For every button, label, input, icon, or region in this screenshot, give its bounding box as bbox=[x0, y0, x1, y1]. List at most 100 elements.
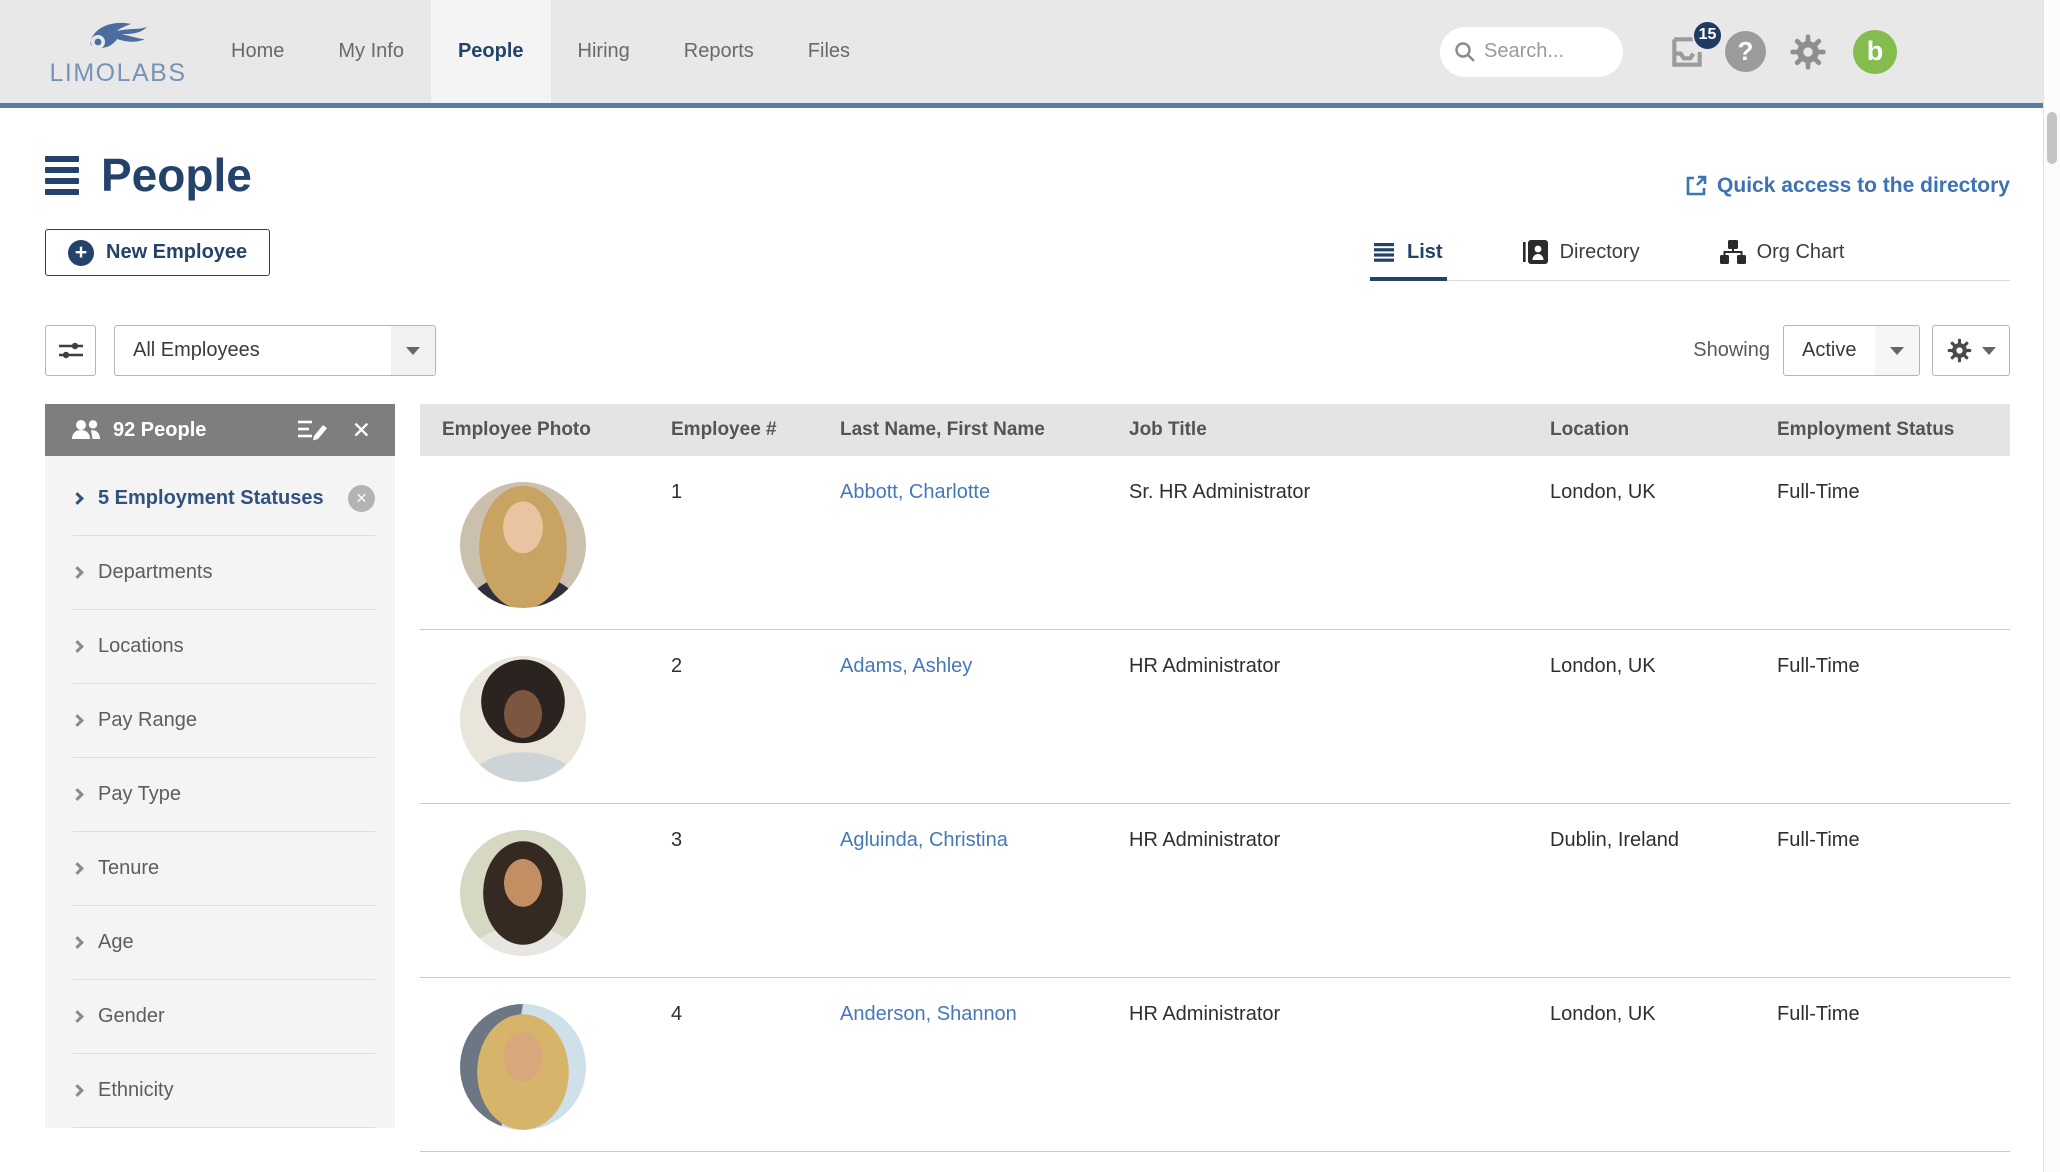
employee-number: 2 bbox=[671, 630, 840, 803]
view-tabs: List Directory Org Chart bbox=[1370, 224, 2010, 281]
employee-name-link[interactable]: Adams, Ashley bbox=[840, 630, 1129, 803]
chevron-right-icon bbox=[71, 714, 84, 727]
external-link-icon bbox=[1684, 174, 1708, 198]
nav-item-reports[interactable]: Reports bbox=[657, 0, 781, 103]
table-header-row: Employee Photo Employee # Last Name, Fir… bbox=[420, 404, 2010, 456]
sidebar-item-pay-type[interactable]: Pay Type bbox=[73, 758, 375, 832]
column-header: Job Title bbox=[1129, 419, 1550, 441]
nav-item-files[interactable]: Files bbox=[781, 0, 877, 103]
chevron-right-icon bbox=[71, 788, 84, 801]
people-count-label: 92 People bbox=[113, 419, 206, 442]
job-title: HR Administrator bbox=[1129, 804, 1550, 977]
notification-badge: 15 bbox=[1692, 20, 1723, 51]
location: London, UK bbox=[1550, 456, 1777, 629]
filter-panel-toggle-button[interactable] bbox=[45, 325, 96, 376]
column-header: Employment Status bbox=[1777, 419, 2010, 441]
table-row: 3 Agluinda, Christina HR Administrator D… bbox=[420, 804, 2010, 978]
org-chart-icon bbox=[1720, 240, 1746, 264]
notifications-button[interactable]: 15 bbox=[1667, 32, 1707, 72]
status-filter-select[interactable]: Active bbox=[1783, 325, 1920, 376]
tab-directory[interactable]: Directory bbox=[1519, 224, 1644, 280]
employment-status: Full-Time bbox=[1777, 456, 2010, 629]
nav-item-people[interactable]: People bbox=[431, 0, 551, 103]
scrollbar-thumb[interactable] bbox=[2047, 112, 2057, 164]
employee-number: 1 bbox=[671, 456, 840, 629]
employment-status: Full-Time bbox=[1777, 630, 2010, 803]
edit-filters-icon[interactable] bbox=[298, 418, 328, 442]
chevron-right-icon bbox=[71, 1084, 84, 1097]
chevron-right-icon bbox=[71, 1010, 84, 1023]
job-title: HR Administrator bbox=[1129, 630, 1550, 803]
tab-org-chart[interactable]: Org Chart bbox=[1716, 224, 1849, 280]
employment-status: Full-Time bbox=[1777, 804, 2010, 977]
caret-down-icon bbox=[1982, 347, 1996, 355]
employment-status: Full-Time bbox=[1777, 978, 2010, 1151]
search-box[interactable] bbox=[1440, 27, 1623, 77]
employee-photo[interactable] bbox=[460, 482, 586, 608]
employee-filter-select[interactable]: All Employees bbox=[114, 325, 436, 376]
help-button[interactable]: ? bbox=[1725, 31, 1766, 72]
sidebar-item-pay-range[interactable]: Pay Range bbox=[73, 684, 375, 758]
search-icon bbox=[1454, 41, 1476, 63]
brand-logo[interactable]: LIMOLABS bbox=[38, 0, 198, 103]
close-sidebar-icon[interactable]: ✕ bbox=[352, 417, 371, 444]
column-header: Employee Photo bbox=[442, 419, 671, 441]
location: London, UK bbox=[1550, 978, 1777, 1151]
chevron-right-icon bbox=[71, 492, 84, 505]
chevron-right-icon bbox=[71, 862, 84, 875]
chevron-right-icon bbox=[71, 936, 84, 949]
new-employee-button[interactable]: + New Employee bbox=[45, 229, 270, 276]
column-header: Last Name, First Name bbox=[840, 419, 1129, 441]
settings-button[interactable] bbox=[1787, 31, 1829, 73]
scrollbar[interactable] bbox=[2043, 0, 2060, 1172]
column-header: Location bbox=[1550, 419, 1777, 441]
sidebar-item-ethnicity[interactable]: Ethnicity bbox=[73, 1054, 375, 1128]
column-header: Employee # bbox=[671, 419, 840, 441]
location: Dublin, Ireland bbox=[1550, 804, 1777, 977]
question-icon: ? bbox=[1738, 36, 1754, 67]
table-settings-button[interactable] bbox=[1932, 325, 2010, 376]
brand-name: LIMOLABS bbox=[49, 59, 186, 88]
job-title: Sr. HR Administrator bbox=[1129, 456, 1550, 629]
employee-name-link[interactable]: Abbott, Charlotte bbox=[840, 456, 1129, 629]
employee-number: 3 bbox=[671, 804, 840, 977]
navbar-accent-line bbox=[0, 103, 2043, 108]
plus-icon: + bbox=[68, 240, 94, 266]
job-title: HR Administrator bbox=[1129, 978, 1550, 1151]
caret-down-icon bbox=[406, 347, 420, 355]
nav-item-hiring[interactable]: Hiring bbox=[551, 0, 657, 103]
sidebar-item-employment-statuses[interactable]: 5 Employment Statuses ✕ bbox=[73, 462, 375, 536]
tab-list[interactable]: List bbox=[1370, 224, 1447, 280]
people-icon bbox=[71, 419, 101, 441]
sidebar-item-locations[interactable]: Locations bbox=[73, 610, 375, 684]
employee-name-link[interactable]: Agluinda, Christina bbox=[840, 804, 1129, 977]
caret-down-icon bbox=[1890, 347, 1904, 355]
nav-item-home[interactable]: Home bbox=[204, 0, 311, 103]
employee-photo[interactable] bbox=[460, 1004, 586, 1130]
table-row: 2 Adams, Ashley HR Administrator London,… bbox=[420, 630, 2010, 804]
employee-name-link[interactable]: Anderson, Shannon bbox=[840, 978, 1129, 1151]
sidebar-item-gender[interactable]: Gender bbox=[73, 980, 375, 1054]
page-menu-icon[interactable] bbox=[45, 149, 79, 202]
sidebar-item-departments[interactable]: Departments bbox=[73, 536, 375, 610]
table-row: 1 Abbott, Charlotte Sr. HR Administrator… bbox=[420, 456, 2010, 630]
gear-icon bbox=[1946, 337, 1973, 364]
search-input[interactable] bbox=[1484, 40, 1604, 63]
list-icon bbox=[1374, 242, 1396, 262]
sidebar-item-tenure[interactable]: Tenure bbox=[73, 832, 375, 906]
top-navbar: LIMOLABS Home My Info People Hiring Repo… bbox=[0, 0, 2060, 103]
employee-photo[interactable] bbox=[460, 830, 586, 956]
filter-sidebar-header: 92 People ✕ bbox=[45, 404, 395, 456]
limo-icon bbox=[81, 15, 155, 57]
nav-item-my-info[interactable]: My Info bbox=[311, 0, 431, 103]
employee-photo[interactable] bbox=[460, 656, 586, 782]
user-avatar[interactable]: b bbox=[1853, 30, 1897, 74]
clear-filter-icon[interactable]: ✕ bbox=[348, 485, 375, 512]
sidebar-item-age[interactable]: Age bbox=[73, 906, 375, 980]
location: London, UK bbox=[1550, 630, 1777, 803]
sliders-icon bbox=[58, 340, 84, 362]
page-title: People bbox=[101, 148, 252, 202]
filter-sidebar: 92 People ✕ 5 Employment Statuses ✕ bbox=[45, 404, 395, 1128]
quick-access-directory-link[interactable]: Quick access to the directory bbox=[1684, 174, 2010, 198]
contact-card-icon bbox=[1523, 240, 1549, 264]
